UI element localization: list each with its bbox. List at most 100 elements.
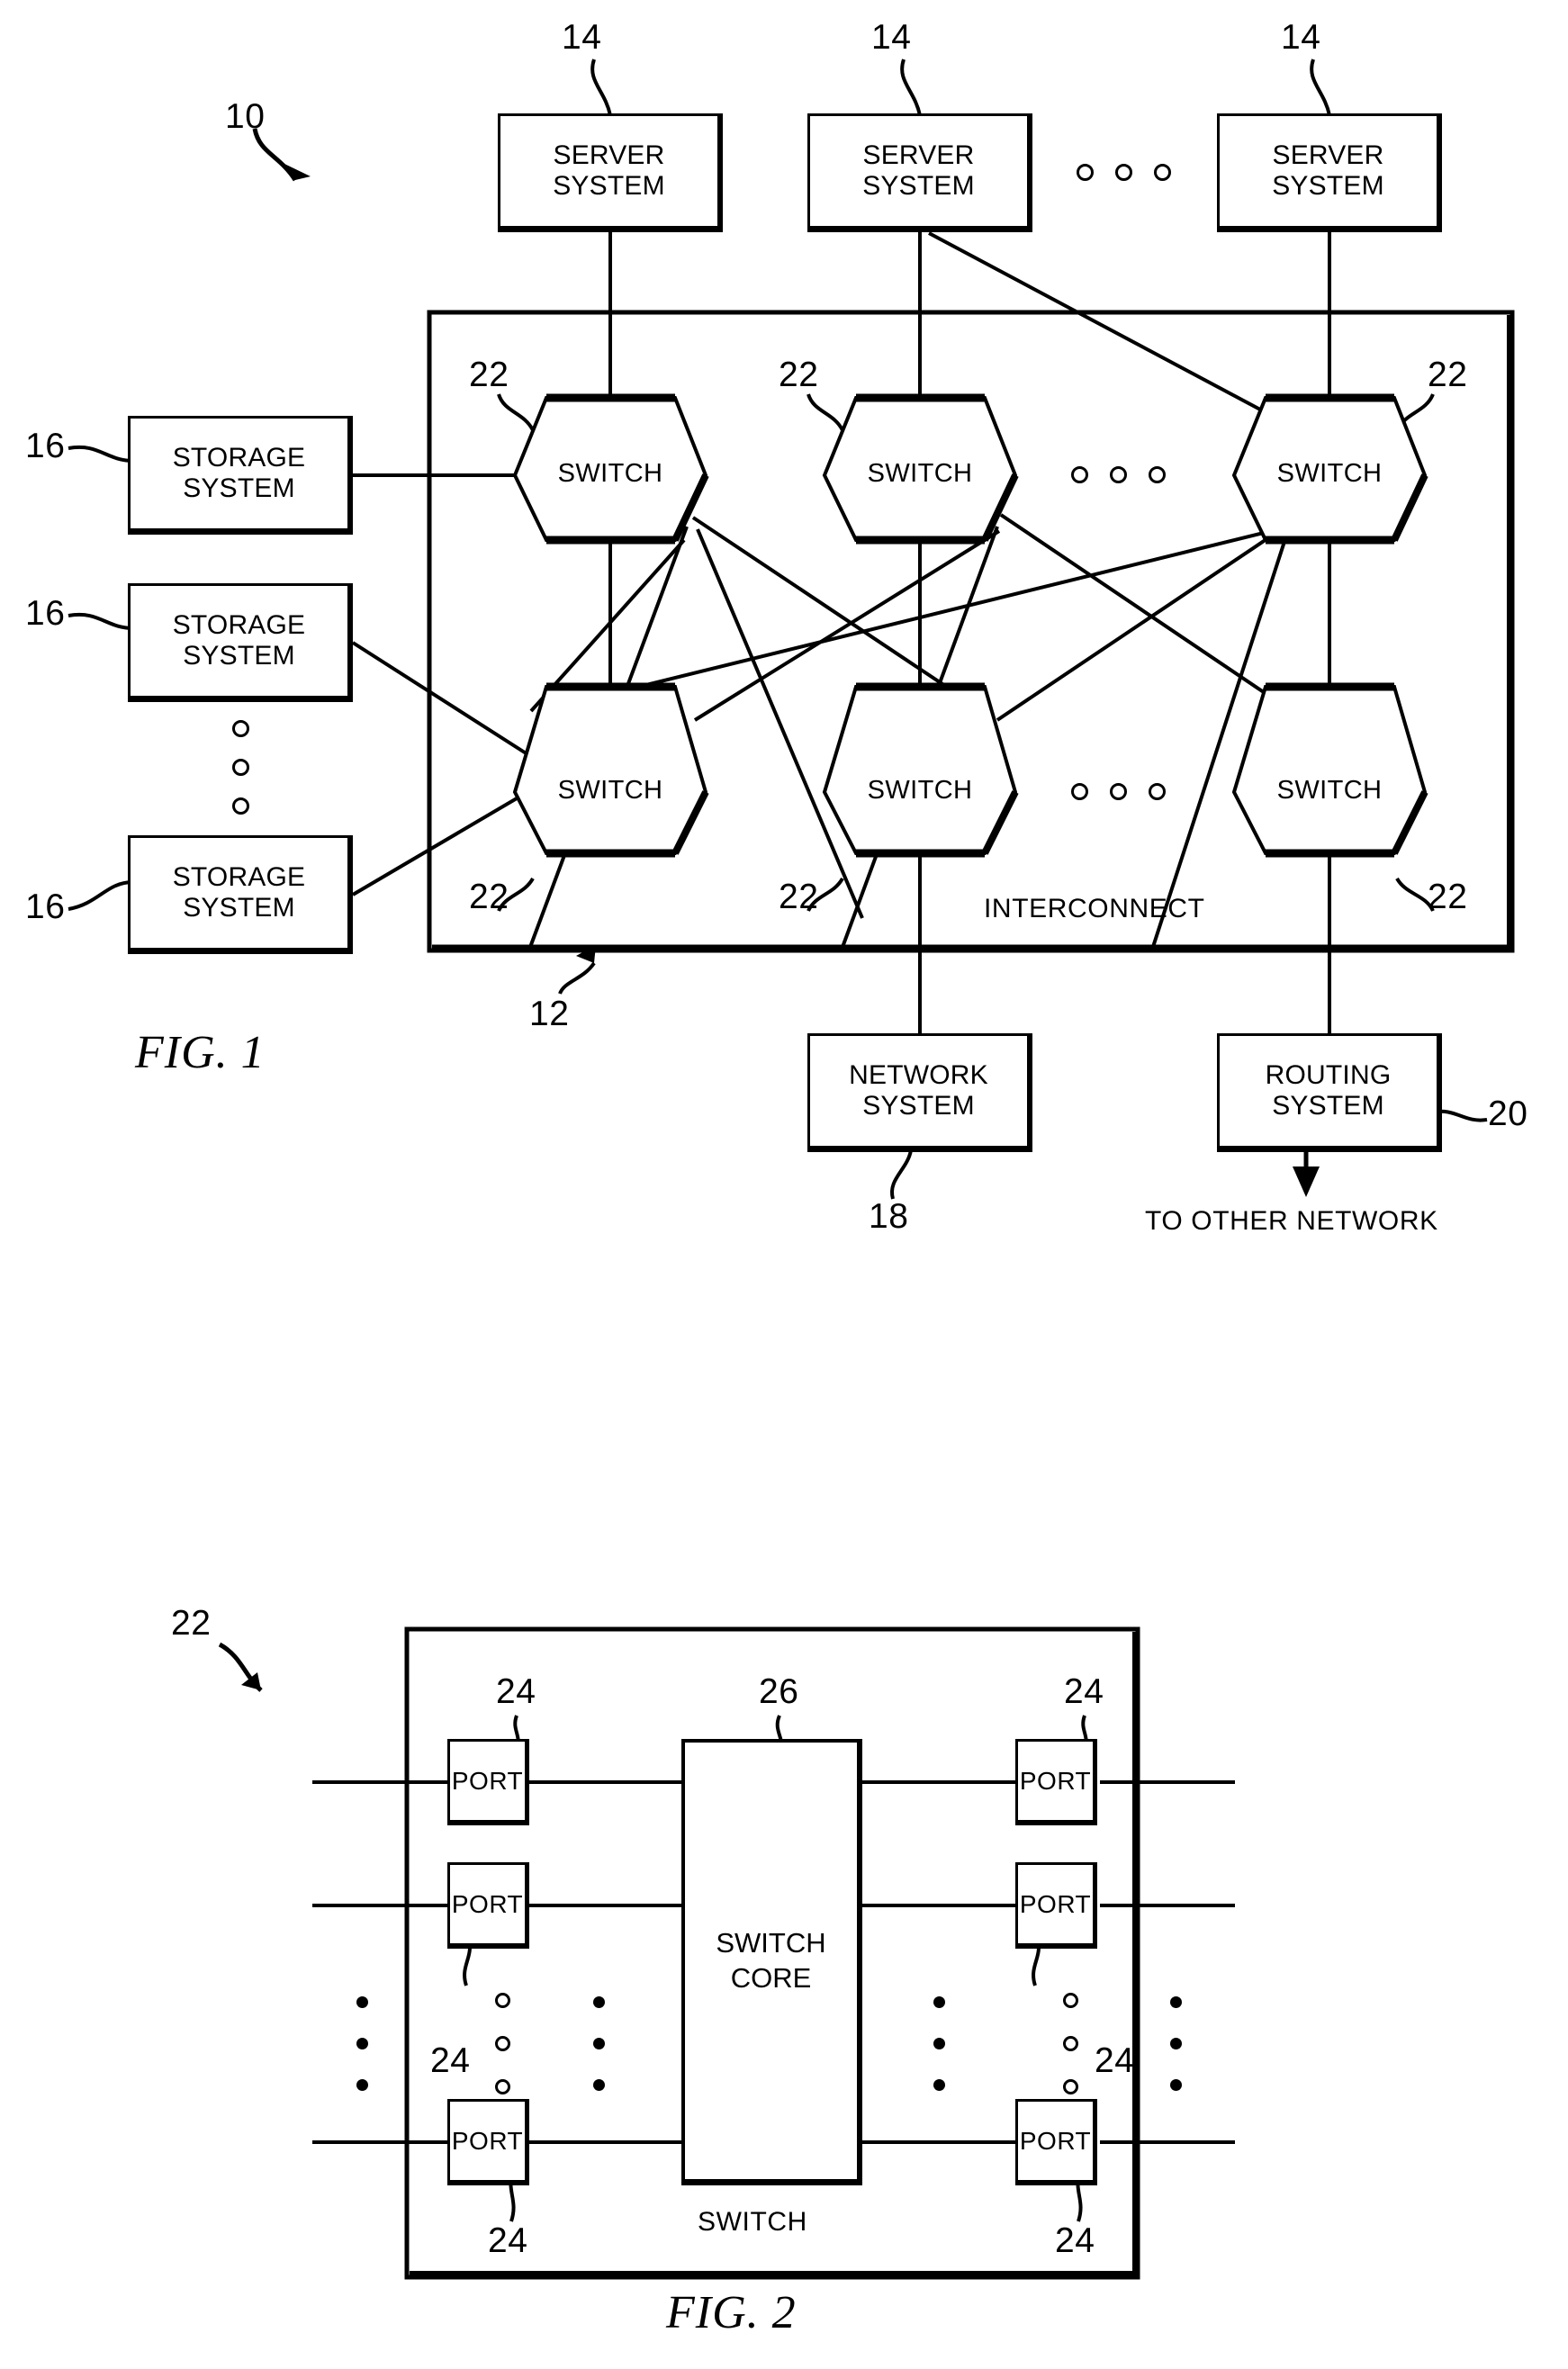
- ellipsis-dot: [495, 2079, 510, 2094]
- ellipsis-dot: [933, 1996, 945, 2008]
- storage-system-box: STORAGE SYSTEM: [128, 583, 353, 702]
- ref-22-arrowhead: [241, 1672, 261, 1690]
- ellipsis-dot: [1170, 2038, 1182, 2049]
- port-box: PORT: [1015, 1739, 1097, 1825]
- reference-numeral-10: 10: [225, 97, 266, 136]
- reference-numeral-16: 16: [25, 887, 66, 926]
- ellipsis-dot: [933, 2038, 945, 2049]
- storage-system-box: STORAGE SYSTEM: [128, 835, 353, 954]
- port-label: PORT: [1019, 1889, 1092, 1918]
- reference-numeral-22: 22: [1428, 356, 1468, 394]
- reference-numeral-24: 24: [430, 2041, 471, 2080]
- ellipsis-dot: [232, 720, 249, 737]
- switch-core-box: SWITCH CORE: [681, 1739, 862, 2185]
- server-system-line2: SYSTEM: [553, 171, 665, 201]
- server-system-box: SERVER SYSTEM: [807, 113, 1032, 232]
- routing-system-box: ROUTING SYSTEM: [1217, 1033, 1442, 1152]
- ellipsis-dot: [1063, 1993, 1078, 2008]
- ellipsis-dot: [1149, 783, 1166, 800]
- routing-output-label: TO OTHER NETWORK: [1145, 1206, 1438, 1236]
- reference-numeral-22: 22: [1428, 878, 1468, 916]
- server-system-line1: SERVER: [862, 140, 975, 170]
- ellipsis-dot: [593, 2038, 605, 2049]
- reference-numeral-24: 24: [488, 2221, 528, 2260]
- reference-numeral-22: 22: [171, 1604, 212, 1643]
- reference-numeral-12: 12: [529, 995, 570, 1033]
- port-label: PORT: [1019, 2126, 1092, 2155]
- switch-core-line1: SWITCH: [716, 1926, 826, 1959]
- port-label: PORT: [451, 1766, 524, 1795]
- reference-numeral-24: 24: [1095, 2041, 1135, 2080]
- routing-system-line2: SYSTEM: [1272, 1091, 1384, 1121]
- reference-numeral-16: 16: [25, 427, 66, 465]
- server-system-line1: SERVER: [553, 140, 665, 170]
- ellipsis-dot: [1170, 2079, 1182, 2091]
- switch-row-ellipsis: [1071, 783, 1179, 805]
- port-box: PORT: [1015, 1862, 1097, 1949]
- storage-system-line2: SYSTEM: [183, 893, 295, 923]
- ellipsis-dot: [232, 797, 249, 815]
- ellipsis-dot: [1170, 1996, 1182, 2008]
- interconnect-label: INTERCONNECT: [984, 894, 1205, 923]
- reference-numeral-24: 24: [1055, 2221, 1095, 2260]
- storage-system-line2: SYSTEM: [183, 473, 295, 503]
- switch-core-line2: CORE: [730, 1961, 812, 1994]
- server-system-line2: SYSTEM: [862, 171, 975, 201]
- reference-numeral-22: 22: [469, 878, 509, 916]
- network-system-line1: NETWORK: [849, 1059, 988, 1090]
- reference-numeral-22: 22: [779, 356, 819, 394]
- left-outer-ellipsis: [356, 1996, 374, 2104]
- right-inner-ellipsis: [933, 1996, 951, 2104]
- server-ellipsis: [1077, 164, 1185, 185]
- port-box: PORT: [447, 2099, 529, 2185]
- ellipsis-dot: [1154, 164, 1171, 181]
- patent-drawing-sheet: SWITCH SWITCH SWITCH SWITCH SWITCH SWITC…: [0, 0, 1568, 2369]
- reference-numeral-16: 16: [25, 594, 66, 633]
- routing-system-line1: ROUTING: [1265, 1059, 1392, 1090]
- server-system-box: SERVER SYSTEM: [1217, 113, 1442, 232]
- reference-numeral-22: 22: [469, 356, 509, 394]
- right-port-ellipsis: [1063, 1993, 1083, 2106]
- figure-2-caption: FIG. 2: [666, 2287, 797, 2338]
- ellipsis-dot: [1110, 466, 1127, 483]
- reference-numeral-26: 26: [759, 1672, 799, 1711]
- storage-system-box: STORAGE SYSTEM: [128, 416, 353, 535]
- reference-numeral-14: 14: [562, 18, 602, 57]
- reference-numeral-14: 14: [1281, 18, 1321, 57]
- port-box: PORT: [447, 1862, 529, 1949]
- ellipsis-dot: [1115, 164, 1132, 181]
- figure-1-caption: FIG. 1: [135, 1027, 266, 1078]
- storage-system-line1: STORAGE: [172, 861, 306, 892]
- switch-row-ellipsis: [1071, 466, 1179, 488]
- port-label: PORT: [451, 2126, 524, 2155]
- ellipsis-dot: [933, 2079, 945, 2091]
- storage-system-line1: STORAGE: [172, 442, 306, 473]
- reference-numeral-24: 24: [1064, 1672, 1104, 1711]
- network-system-box: NETWORK SYSTEM: [807, 1033, 1032, 1152]
- server-system-line1: SERVER: [1272, 140, 1384, 170]
- ellipsis-dot: [1077, 164, 1094, 181]
- left-port-ellipsis: [495, 1993, 515, 2106]
- ellipsis-dot: [1149, 466, 1166, 483]
- ellipsis-dot: [356, 2079, 368, 2091]
- ellipsis-dot: [1063, 2079, 1078, 2094]
- ellipsis-dot: [1071, 466, 1088, 483]
- right-outer-ellipsis: [1170, 1996, 1188, 2104]
- reference-numeral-20: 20: [1488, 1094, 1528, 1133]
- ellipsis-dot: [593, 2079, 605, 2091]
- reference-numeral-22: 22: [779, 878, 819, 916]
- storage-system-line2: SYSTEM: [183, 641, 295, 671]
- ellipsis-dot: [1071, 783, 1088, 800]
- reference-numeral-14: 14: [871, 18, 912, 57]
- ellipsis-dot: [495, 1993, 510, 2008]
- port-label: PORT: [1019, 1766, 1092, 1795]
- storage-system-line1: STORAGE: [172, 609, 306, 640]
- port-label: PORT: [451, 1889, 524, 1918]
- ellipsis-dot: [232, 759, 249, 776]
- reference-numeral-24: 24: [496, 1672, 536, 1711]
- port-box: PORT: [1015, 2099, 1097, 2185]
- server-system-box: SERVER SYSTEM: [498, 113, 723, 232]
- server-system-line2: SYSTEM: [1272, 171, 1384, 201]
- left-inner-ellipsis: [593, 1996, 611, 2104]
- ellipsis-dot: [495, 2036, 510, 2051]
